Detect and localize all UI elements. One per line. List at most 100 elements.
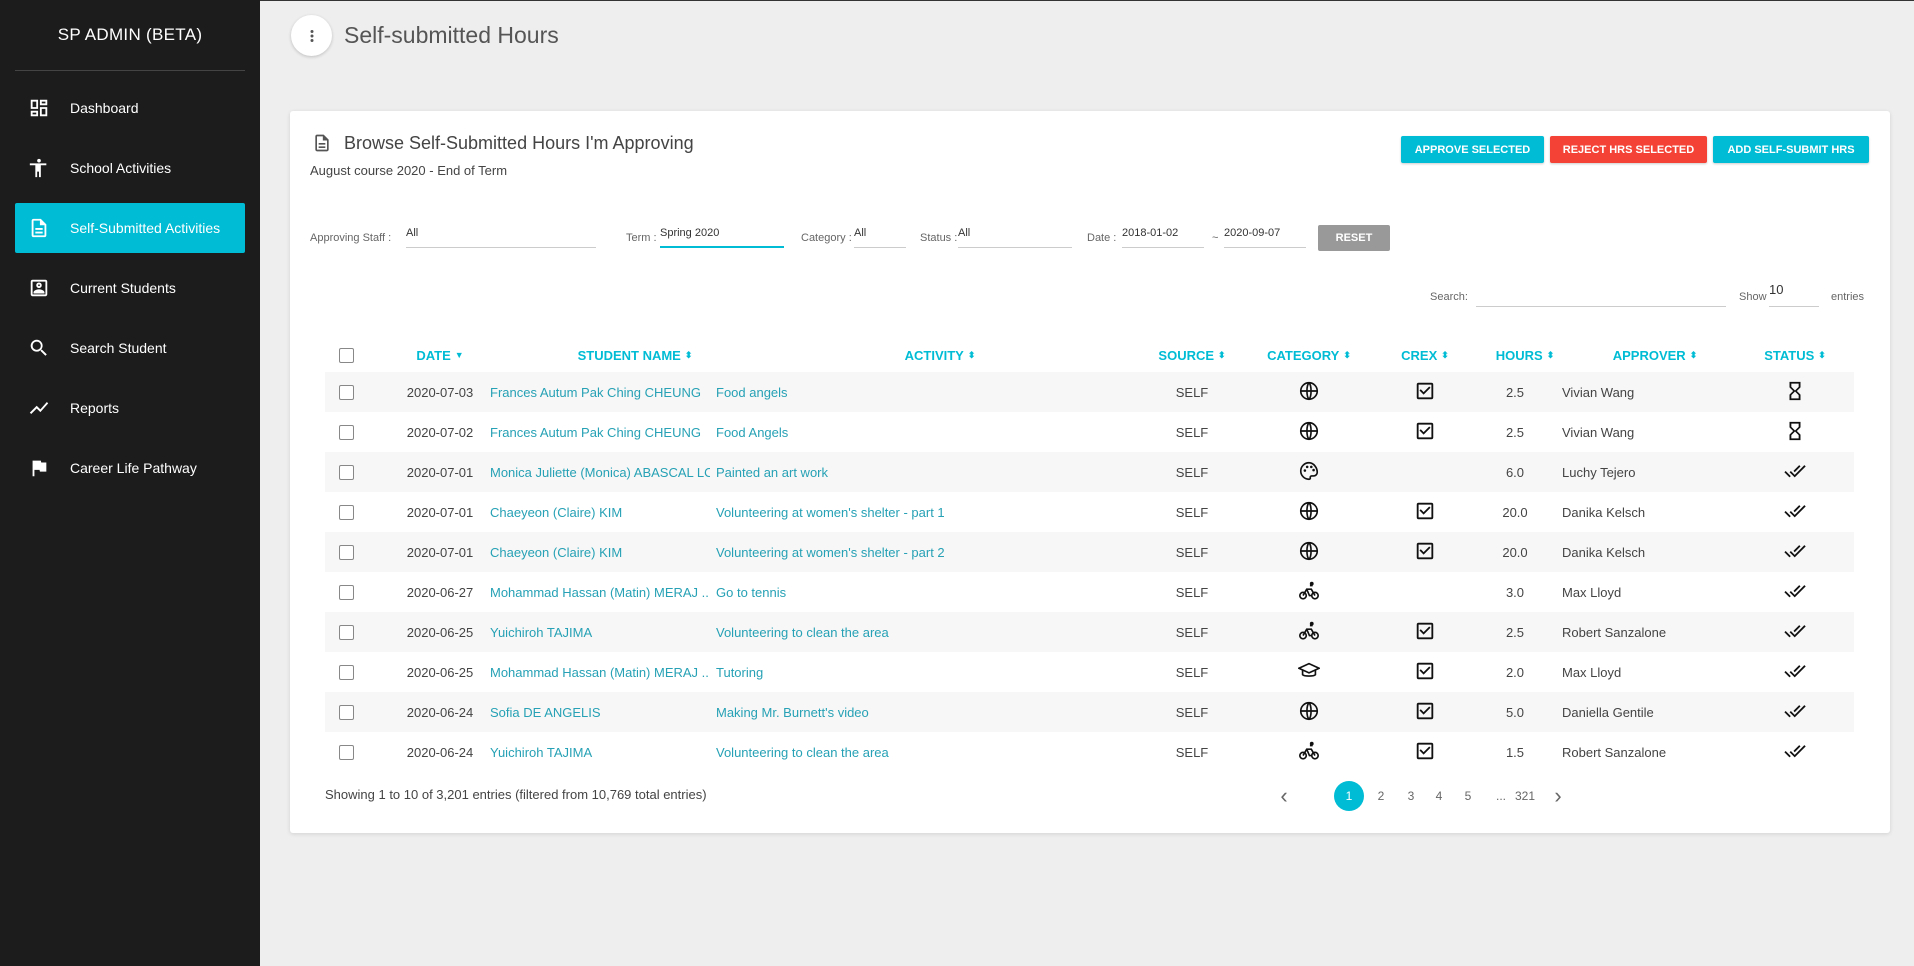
sort-icon: ⬍ — [1689, 349, 1698, 360]
date-from-input[interactable]: 2018-01-02 — [1122, 225, 1204, 248]
approve-selected-button[interactable]: APPROVE SELECTED — [1401, 136, 1544, 163]
show-entries-input[interactable]: 10 — [1769, 282, 1819, 307]
card-subtitle: August course 2020 - End of Term — [310, 163, 508, 178]
cell-date: 2020-07-01 — [385, 532, 495, 572]
student-link[interactable]: Frances Autum Pak Ching CHEUNG — [490, 425, 701, 440]
row-checkbox[interactable] — [338, 504, 354, 520]
page-321-button[interactable]: 321 — [1506, 781, 1544, 811]
approving-staff-label: Approving Staff : — [310, 232, 392, 244]
reject-selected-button[interactable]: REJECT HRS SELECTED — [1550, 136, 1707, 163]
page-1-button[interactable]: 1 — [1334, 781, 1364, 811]
column-crex[interactable]: CREX ⬍ — [1375, 341, 1475, 369]
row-checkbox[interactable] — [338, 744, 354, 760]
cell-crex — [1375, 532, 1475, 572]
row-checkbox[interactable] — [338, 624, 354, 640]
column-approver[interactable]: APPROVER ⬍ — [1575, 341, 1735, 369]
more-menu-button[interactable] — [291, 15, 332, 56]
row-checkbox[interactable] — [338, 464, 354, 480]
cell-student: Yuichiroh TAJIMA — [490, 732, 710, 772]
sidebar-item-reports[interactable]: Reports — [15, 383, 245, 433]
activity-link[interactable]: Tutoring — [716, 665, 763, 680]
row-checkbox[interactable] — [338, 424, 354, 440]
cell-source: SELF — [1142, 452, 1242, 492]
row-checkbox[interactable] — [338, 704, 354, 720]
date-to-input[interactable]: 2020-09-07 — [1224, 225, 1306, 248]
row-checkbox[interactable] — [338, 664, 354, 680]
category-select[interactable]: All — [854, 225, 906, 248]
prev-page-button[interactable]: ‹ — [1272, 781, 1296, 811]
flag-icon — [28, 457, 50, 479]
cell-approver: Max Lloyd — [1562, 572, 1732, 612]
cell-status — [1740, 612, 1850, 652]
activity-link[interactable]: Food Angels — [716, 425, 788, 440]
table-row: 2020-06-25 Yuichiroh TAJIMA Volunteering t… — [325, 612, 1854, 652]
select-all-checkbox[interactable] — [338, 347, 354, 363]
column-status[interactable]: STATUS ⬍ — [1740, 341, 1850, 369]
date-text: 2020-07-01 — [406, 544, 474, 560]
sidebar-item-self-submitted-activities[interactable]: Self-Submitted Activities — [15, 203, 245, 253]
cell-category — [1249, 692, 1369, 732]
sidebar-item-school-activities[interactable]: School Activities — [15, 143, 245, 193]
row-checkbox[interactable] — [338, 544, 354, 560]
search-input[interactable] — [1476, 283, 1726, 307]
activity-link[interactable]: Volunteering at women's shelter - part 1 — [716, 505, 945, 520]
sort-icon: ⬍ — [1441, 349, 1449, 360]
approver-text: Max Lloyd — [1562, 584, 1622, 600]
column-hours[interactable]: HOURS ⬍ — [1480, 341, 1570, 369]
sidebar-item-label: Career Life Pathway — [70, 460, 197, 476]
column-category[interactable]: CATEGORY ⬍ — [1249, 341, 1369, 369]
sidebar-item-current-students[interactable]: Current Students — [15, 263, 245, 313]
bike-icon — [1298, 580, 1320, 605]
date-text: 2020-06-24 — [406, 704, 474, 720]
student-link[interactable]: Mohammad Hassan (Matin) MERAJ ... — [490, 665, 710, 680]
column-date[interactable]: DATE ▼ — [385, 341, 495, 369]
cell-hours: 1.5 — [1480, 732, 1550, 772]
cell-cb — [331, 492, 361, 532]
activity-link[interactable]: Painted an art work — [716, 465, 828, 480]
student-link[interactable]: Chaeyeon (Claire) KIM — [490, 505, 622, 520]
student-link[interactable]: Frances Autum Pak Ching CHEUNG — [490, 385, 701, 400]
activity-link[interactable]: Volunteering to clean the area — [716, 625, 889, 640]
double-check-icon — [1784, 740, 1806, 765]
add-self-submit-button[interactable]: ADD SELF-SUBMIT HRS — [1713, 136, 1869, 163]
cell-approver: Robert Sanzalone — [1562, 732, 1732, 772]
student-link[interactable]: Monica Juliette (Monica) ABASCAL LO... — [490, 465, 710, 480]
student-link[interactable]: Sofia DE ANGELIS — [490, 705, 601, 720]
column-source[interactable]: SOURCE ⬍ — [1142, 341, 1242, 369]
activity-link[interactable]: Food angels — [716, 385, 788, 400]
column-activity[interactable]: ACTIVITY ⬍ — [775, 341, 1105, 369]
source-text: SELF — [1175, 744, 1209, 760]
student-link[interactable]: Yuichiroh TAJIMA — [490, 625, 592, 640]
approver-text: Daniella Gentile — [1562, 704, 1654, 720]
sidebar-item-dashboard[interactable]: Dashboard — [15, 83, 245, 133]
row-checkbox[interactable] — [338, 384, 354, 400]
page-5-button[interactable]: 5 — [1453, 781, 1483, 811]
student-link[interactable]: Mohammad Hassan (Matin) MERAJ ... — [490, 585, 710, 600]
row-checkbox[interactable] — [338, 584, 354, 600]
table-row: 2020-06-24 Yuichiroh TAJIMA Volunteering t… — [325, 732, 1854, 772]
sidebar-item-career-life-pathway[interactable]: Career Life Pathway — [15, 443, 245, 493]
activity-link[interactable]: Volunteering at women's shelter - part 2 — [716, 545, 945, 560]
activity-link[interactable]: Go to tennis — [716, 585, 786, 600]
page-4-button[interactable]: 4 — [1424, 781, 1454, 811]
student-link[interactable]: Yuichiroh TAJIMA — [490, 745, 592, 760]
reset-button[interactable]: RESET — [1318, 225, 1390, 251]
approving-staff-select[interactable]: All — [406, 225, 596, 248]
trending-line-icon — [28, 397, 50, 419]
student-link[interactable]: Chaeyeon (Claire) KIM — [490, 545, 622, 560]
globe-icon — [1298, 540, 1320, 565]
sidebar-item-search-student[interactable]: Search Student — [15, 323, 245, 373]
date-label: Date : — [1087, 232, 1117, 244]
table-row: 2020-07-01 Chaeyeon (Claire) KIM Volunteer… — [325, 492, 1854, 532]
page-2-button[interactable]: 2 — [1366, 781, 1396, 811]
status-select[interactable]: All — [958, 225, 1072, 248]
hours-text: 5.0 — [1505, 704, 1525, 720]
activity-link[interactable]: Volunteering to clean the area — [716, 745, 889, 760]
column-student[interactable]: STUDENT NAME ⬍ — [500, 341, 770, 369]
page-3-button[interactable]: 3 — [1396, 781, 1426, 811]
term-select[interactable]: Spring 2020 — [660, 225, 784, 248]
activity-link[interactable]: Making Mr. Burnett's video — [716, 705, 869, 720]
next-page-button[interactable]: › — [1546, 781, 1570, 811]
cell-approver: Danika Kelsch — [1562, 532, 1732, 572]
source-text: SELF — [1175, 424, 1209, 440]
